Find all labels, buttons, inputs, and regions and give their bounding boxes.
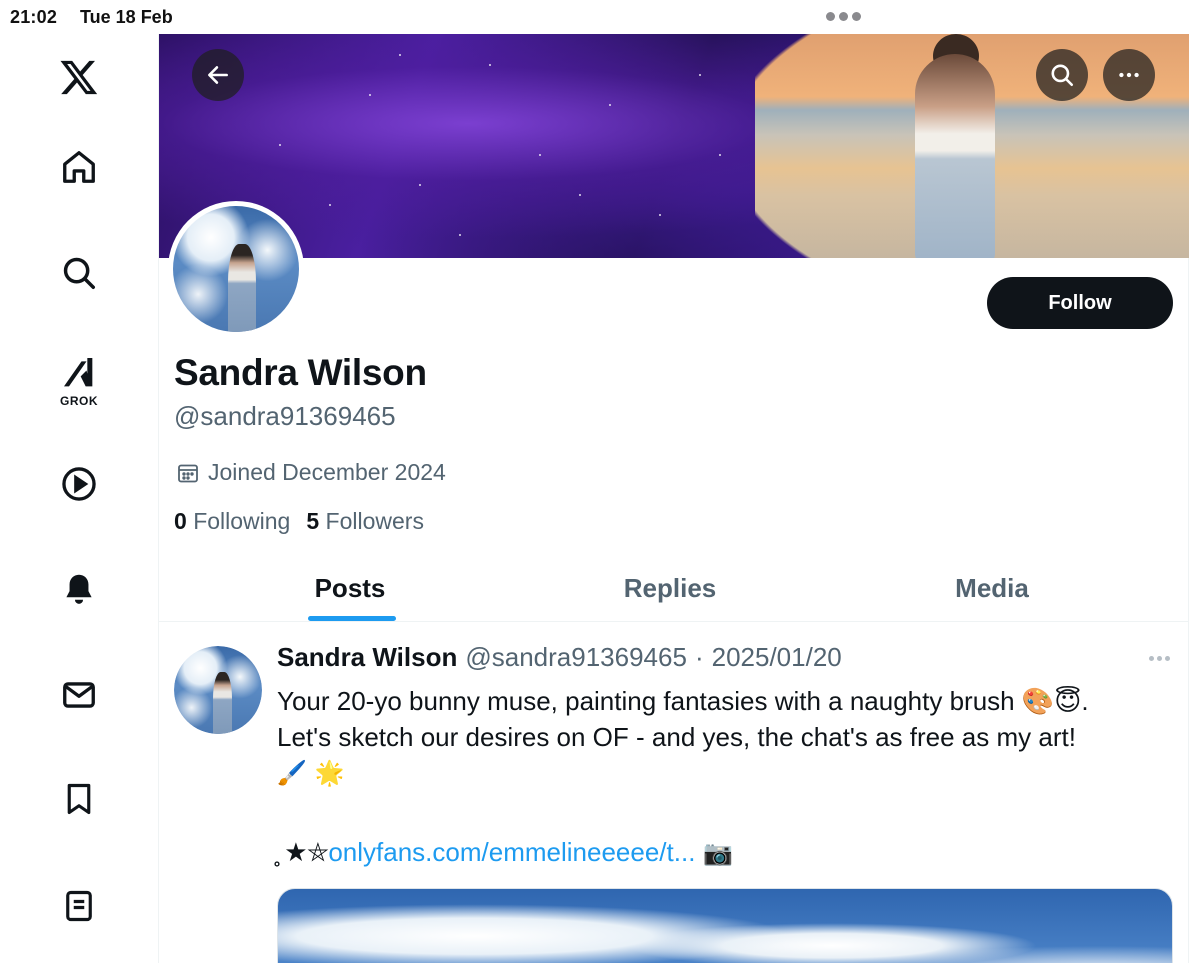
post-text: Your 20-yo bunny muse, painting fantasie… xyxy=(277,683,1177,791)
tab-media[interactable]: Media xyxy=(861,554,1123,622)
home-icon xyxy=(63,151,95,183)
post-author-name[interactable]: Sandra Wilson xyxy=(277,642,457,673)
profile-banner xyxy=(159,34,1189,258)
status-date: Tue 18 Feb xyxy=(80,7,173,27)
post-link-line: ̥̥ ★⛤onlyfans.com/emmelineeeee/t... 📷 xyxy=(277,837,733,869)
x-logo-icon[interactable] xyxy=(50,48,108,106)
follow-button[interactable]: Follow xyxy=(987,277,1173,329)
sidebar-nav: GROK xyxy=(0,34,158,963)
search-icon xyxy=(1051,64,1074,87)
post-header: Sandra Wilson @sandra91369465 · 2025/01/… xyxy=(277,642,842,673)
sidebar-item-lists[interactable] xyxy=(50,877,108,935)
followers-link[interactable]: 5 Followers xyxy=(306,508,424,535)
envelope-icon xyxy=(63,682,95,708)
profile-main: Follow Sandra Wilson @sandra91369465 Joi… xyxy=(159,34,1189,963)
calendar-icon xyxy=(178,464,198,482)
sidebar-item-bookmarks[interactable] xyxy=(50,770,108,828)
sidebar-item-videos[interactable] xyxy=(50,455,108,513)
tab-posts[interactable]: Posts xyxy=(219,554,481,622)
sidebar-item-home[interactable] xyxy=(50,138,108,196)
search-icon xyxy=(63,257,95,289)
active-tab-indicator xyxy=(308,616,396,621)
status-bar: 21:02 Tue 18 Feb xyxy=(0,0,1200,34)
post-text-line: 🖌️ 🌟 xyxy=(277,759,345,787)
profile-avatar[interactable] xyxy=(168,201,304,337)
bell-icon xyxy=(66,574,92,604)
bookmark-icon xyxy=(67,783,91,815)
post-author-handle[interactable]: @sandra91369465 xyxy=(465,642,687,673)
post-media-image[interactable] xyxy=(277,888,1173,963)
grok-icon xyxy=(64,358,93,387)
sidebar-item-messages[interactable] xyxy=(50,666,108,724)
link-prefix-symbols: ̥̥ ★⛤ xyxy=(277,837,329,867)
more-horizontal-icon xyxy=(1119,72,1139,78)
profile-search-button[interactable] xyxy=(1036,49,1088,101)
following-count: 0 xyxy=(174,508,187,534)
follow-stats: 0 Following 5 Followers xyxy=(174,508,424,535)
post-separator: · xyxy=(694,642,704,672)
profile-tabs: Posts Replies Media xyxy=(159,554,1189,622)
followers-label: Followers xyxy=(325,508,424,534)
followers-count: 5 xyxy=(306,508,320,534)
profile-more-button[interactable] xyxy=(1103,49,1155,101)
post-text-line: Let's sketch our desires on OF - and yes… xyxy=(277,722,1076,752)
status-time: 21:02 xyxy=(10,7,58,27)
grok-label: GROK xyxy=(60,394,98,408)
arrow-left-icon xyxy=(208,66,228,84)
following-link[interactable]: 0 Following xyxy=(174,508,290,535)
list-icon xyxy=(66,890,92,922)
multitasking-dots-icon[interactable] xyxy=(826,12,861,21)
profile-display-name: Sandra Wilson xyxy=(174,352,427,393)
play-circle-icon xyxy=(62,467,96,501)
sidebar-item-explore[interactable] xyxy=(50,244,108,302)
back-button[interactable] xyxy=(192,49,244,101)
profile-handle: @sandra91369465 xyxy=(174,401,396,431)
post-more-button[interactable] xyxy=(1141,646,1177,670)
sidebar-item-notifications[interactable] xyxy=(50,560,108,618)
joined-date: Joined December 2024 xyxy=(176,459,446,486)
post-link[interactable]: onlyfans.com/emmelineeeee/t... xyxy=(328,837,695,867)
camera-emoji: 📷 xyxy=(695,839,733,867)
main-right-divider xyxy=(1188,258,1189,963)
following-label: Following xyxy=(193,508,291,534)
post-avatar[interactable] xyxy=(174,646,262,734)
tab-replies[interactable]: Replies xyxy=(539,554,801,622)
post-text-line: Your 20-yo bunny muse, painting fantasie… xyxy=(277,686,1089,716)
post-date[interactable]: 2025/01/20 xyxy=(712,642,842,673)
joined-label: Joined December 2024 xyxy=(208,459,446,485)
